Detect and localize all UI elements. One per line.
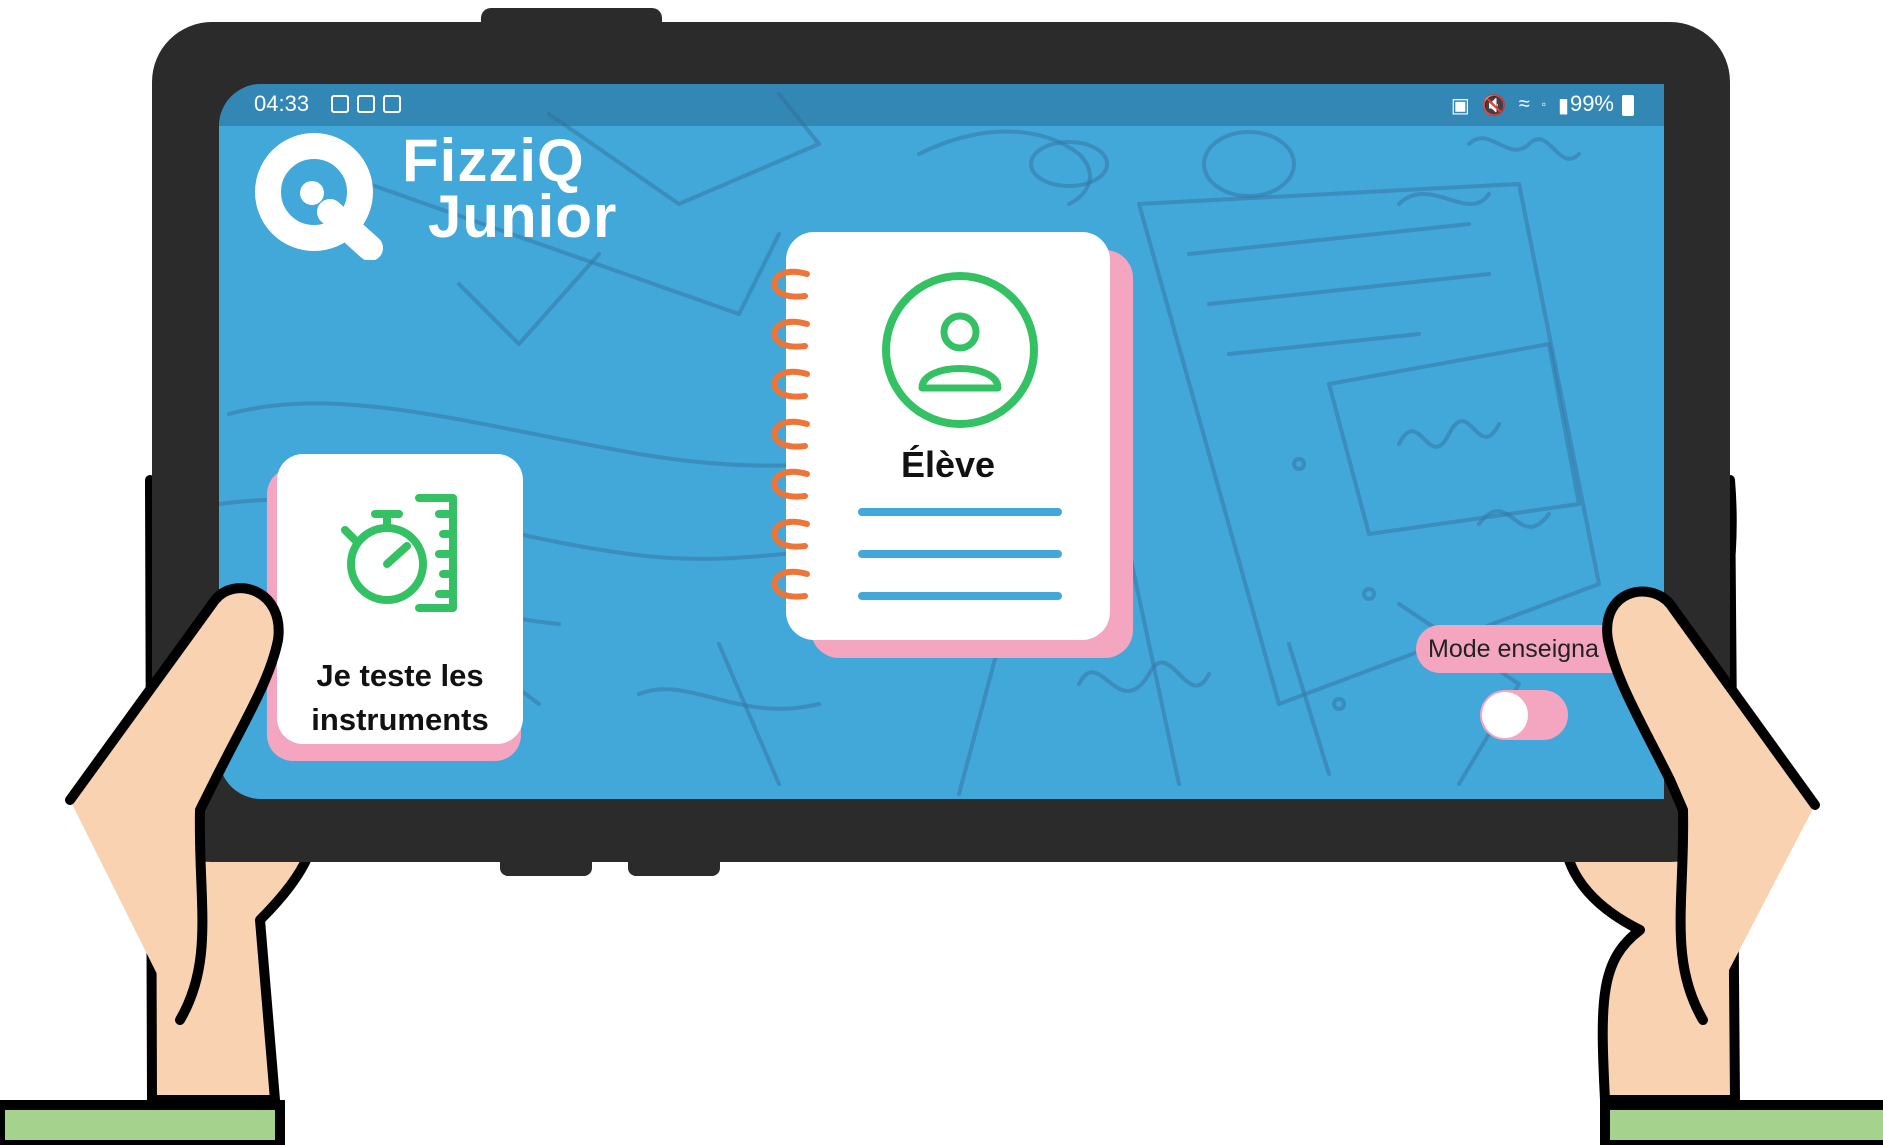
right-sleeve — [1600, 1100, 1883, 1145]
left-sleeve — [0, 1100, 285, 1145]
thumbs-illustration — [0, 583, 1883, 1145]
right-thumb — [1602, 586, 1820, 1025]
left-thumb — [65, 583, 284, 1025]
